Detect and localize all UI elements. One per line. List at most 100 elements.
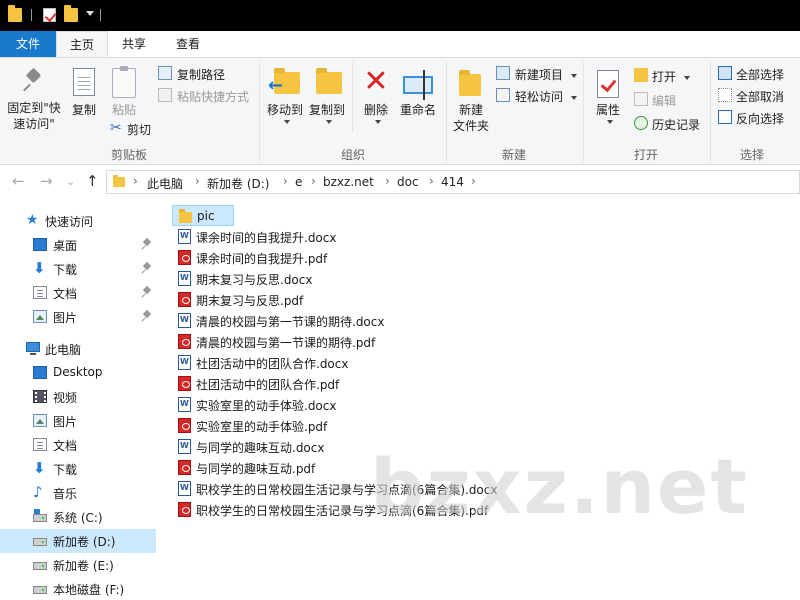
breadcrumb-current[interactable]: 414 [441, 175, 464, 189]
history-button[interactable]: 历史记录 [634, 116, 700, 133]
move-to-icon [268, 68, 300, 96]
file-item[interactable]: 课余时间的自我提升.docx [172, 226, 502, 247]
file-item[interactable]: 社团活动中的团队合作.docx [172, 352, 502, 373]
copy-path-label: 复制路径 [177, 68, 226, 82]
paste-shortcut-icon [158, 88, 172, 102]
breadcrumb-e[interactable]: e [295, 175, 302, 189]
properties-icon[interactable] [43, 8, 56, 22]
cut-label: 剪切 [127, 123, 152, 137]
nav-label: 图片 [53, 415, 78, 429]
nav-label: 快速访问 [45, 215, 94, 229]
pin-icon[interactable] [142, 287, 152, 297]
system-drive-icon [33, 509, 47, 522]
document-icon [33, 438, 47, 451]
pin-label-line2: 速访问" [13, 117, 55, 131]
nav-label: 文档 [53, 287, 78, 301]
move-to-button[interactable]: 移动到 [264, 62, 306, 128]
pdf-file-icon [178, 418, 191, 433]
file-item[interactable]: 清晨的校园与第一节课的期待.pdf [172, 331, 502, 352]
delete-dropdown-icon [375, 120, 381, 124]
copy-to-button[interactable]: 复制到 [306, 62, 348, 128]
pin-icon[interactable] [142, 311, 152, 321]
desktop-icon [33, 238, 47, 251]
pin-icon[interactable] [142, 239, 152, 249]
nav-pc-music[interactable]: ♪ 音乐 [0, 481, 156, 505]
breadcrumb-drive-d[interactable]: 新加卷 (D:) [207, 175, 269, 192]
organize-group-label: 组织 [340, 148, 365, 162]
nav-drive-d[interactable]: 新加卷 (D:) [0, 529, 156, 553]
rename-button[interactable]: 重命名 [396, 62, 440, 128]
new-item-button[interactable]: 新建项目 [496, 66, 577, 83]
select-all-icon [718, 66, 732, 80]
nav-pc-videos[interactable]: 视频 [0, 385, 156, 409]
nav-drive-c[interactable]: 系统 (C:) [0, 505, 156, 529]
nav-qa-desktop[interactable]: 桌面 [0, 233, 156, 257]
pin-icon[interactable] [142, 263, 152, 273]
cut-button[interactable]: ✂ 剪切 [110, 120, 152, 138]
rename-icon [403, 70, 433, 100]
breadcrumb-doc[interactable]: doc [397, 175, 419, 189]
nav-drive-f[interactable]: 本地磁盘 (F:) [0, 577, 156, 600]
paste-button[interactable]: 粘贴 [106, 62, 142, 124]
file-item[interactable]: 期末复习与反思.pdf [172, 289, 502, 310]
customize-toolbar-icon[interactable] [86, 11, 94, 16]
file-name: 期末复习与反思.docx [196, 273, 313, 287]
breadcrumb-separator: › [195, 174, 200, 188]
delete-button[interactable]: ✕ 删除 [358, 62, 394, 128]
easy-access-button[interactable]: 轻松访问 [496, 88, 577, 105]
tab-file[interactable]: 文件 [0, 31, 56, 57]
breadcrumb-separator: › [385, 174, 390, 188]
breadcrumb-this-pc[interactable]: 此电脑 [147, 175, 183, 192]
copy-button[interactable]: 复制 [66, 62, 102, 124]
invert-selection-label: 反向选择 [736, 112, 785, 126]
nav-pc-pictures[interactable]: 图片 [0, 409, 156, 433]
nav-qa-pictures[interactable]: 图片 [0, 305, 156, 329]
file-name: 课余时间的自我提升.pdf [196, 252, 328, 266]
file-item[interactable]: 清晨的校园与第一节课的期待.docx [172, 310, 502, 331]
nav-pc-desktop[interactable]: Desktop [0, 361, 156, 385]
new-folder-icon[interactable] [64, 5, 78, 22]
file-item[interactable]: 社团活动中的团队合作.pdf [172, 373, 502, 394]
select-all-button[interactable]: 全部选择 [718, 66, 784, 83]
nav-qa-downloads[interactable]: ⬇ 下载 [0, 257, 156, 281]
word-file-icon [178, 481, 191, 496]
select-none-button[interactable]: 全部取消 [718, 88, 784, 105]
new-folder-button[interactable]: 新建 文件夹 [450, 62, 492, 142]
breadcrumb-bzxz[interactable]: bzxz.net [323, 175, 374, 189]
tab-home[interactable]: 主页 [56, 31, 108, 58]
invert-selection-button[interactable]: 反向选择 [718, 110, 784, 127]
up-button[interactable]: ↑ [86, 172, 99, 190]
nav-quick-access[interactable]: ★ 快速访问 [0, 209, 156, 233]
properties-button[interactable]: 属性 [588, 62, 628, 128]
pin-quick-access-button[interactable]: 固定到"快 速访问" [6, 62, 62, 131]
folder-icon [113, 175, 125, 187]
nav-pc-documents[interactable]: 文档 [0, 433, 156, 457]
tab-view[interactable]: 查看 [160, 31, 216, 57]
pdf-file-icon [178, 334, 191, 349]
back-button[interactable]: ← [12, 172, 25, 190]
open-label: 打开 [652, 70, 677, 84]
open-button[interactable]: 打开 [634, 68, 690, 85]
copy-path-button[interactable]: 复制路径 [158, 66, 225, 83]
address-bar[interactable]: › 此电脑 › 新加卷 (D:) › e › bzxz.net › doc › … [106, 170, 800, 194]
drive-icon [33, 562, 47, 570]
paste-shortcut-button[interactable]: 粘贴快捷方式 [158, 88, 249, 105]
file-item[interactable]: 实验室里的动手体验.docx [172, 394, 502, 415]
nav-qa-documents[interactable]: 文档 [0, 281, 156, 305]
tab-share[interactable]: 共享 [108, 31, 160, 57]
nav-pc-downloads[interactable]: ⬇ 下载 [0, 457, 156, 481]
recent-locations-button[interactable]: ⌄ [66, 175, 75, 188]
edit-button[interactable]: 编辑 [634, 92, 676, 109]
music-icon: ♪ [33, 483, 43, 501]
file-item[interactable]: 期末复习与反思.docx [172, 268, 502, 289]
easy-access-label: 轻松访问 [515, 90, 564, 104]
nav-drive-e[interactable]: 新加卷 (E:) [0, 553, 156, 577]
file-item[interactable]: 实验室里的动手体验.pdf [172, 415, 502, 436]
forward-button[interactable]: → [40, 172, 53, 190]
nav-this-pc[interactable]: 此电脑 [0, 337, 156, 361]
folder-item[interactable]: pic [172, 205, 234, 226]
pdf-file-icon [178, 460, 191, 475]
folder-icon [8, 5, 22, 22]
file-item[interactable]: 课余时间的自我提升.pdf [172, 247, 502, 268]
nav-label: 此电脑 [45, 343, 82, 357]
